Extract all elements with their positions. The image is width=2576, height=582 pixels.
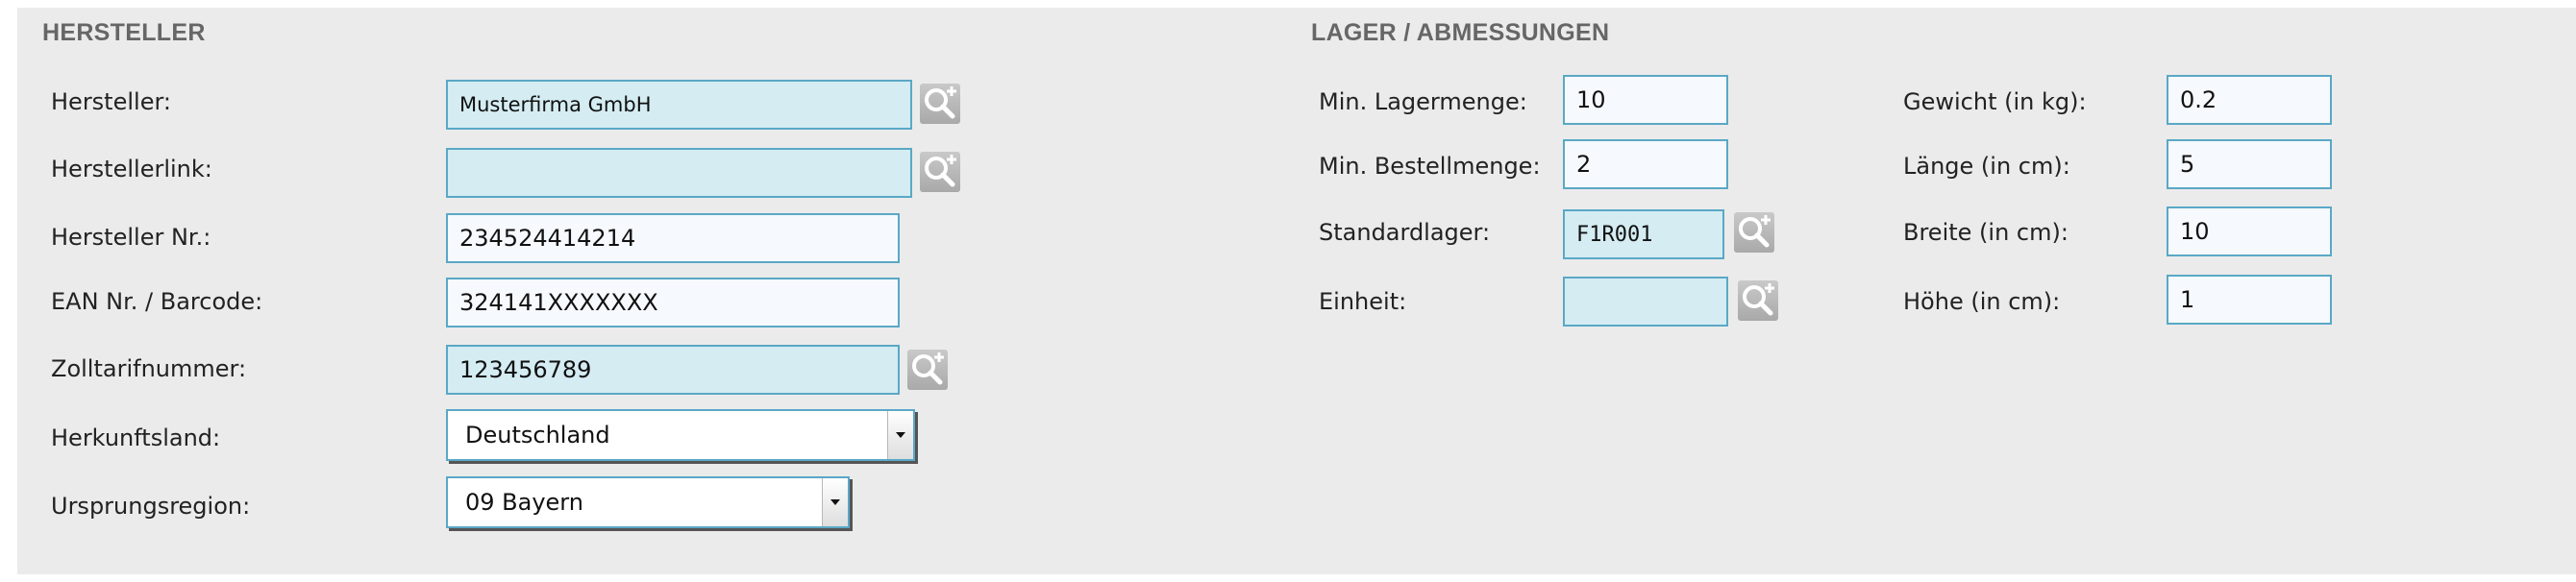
standardlager-input[interactable]: F1R001 (1563, 209, 1724, 259)
label-breite: Breite (in cm): (1903, 219, 2068, 246)
label-min-lagermenge: Min. Lagermenge: (1319, 88, 1527, 115)
ursprungsregion-select[interactable]: 09 Bayern (446, 476, 850, 528)
hoehe-input[interactable]: 1 (2167, 275, 2332, 325)
zolltarifnummer-lookup-button[interactable] (907, 350, 948, 390)
chevron-down-icon[interactable] (887, 411, 913, 459)
herstellerlink-lookup-button[interactable] (920, 152, 960, 192)
label-hoehe: Höhe (in cm): (1903, 288, 2061, 315)
gewicht-input[interactable]: 0.2 (2167, 75, 2332, 125)
min-bestellmenge-input[interactable]: 2 (1563, 139, 1728, 189)
label-einheit: Einheit: (1319, 288, 1407, 315)
label-min-bestellmenge: Min. Bestellmenge: (1319, 153, 1541, 180)
magnifier-plus-icon (912, 352, 944, 385)
label-gewicht: Gewicht (in kg): (1903, 88, 2087, 115)
magnifier-plus-icon (1743, 283, 1774, 316)
section-heading-lager-abmessungen: LAGER / ABMESSUNGEN (1311, 19, 1610, 46)
ursprungsregion-selected-value: 09 Bayern (465, 489, 583, 516)
einheit-input[interactable] (1563, 277, 1728, 327)
section-heading-hersteller: HERSTELLER (42, 19, 206, 46)
laenge-input[interactable]: 5 (2167, 139, 2332, 189)
herkunftsland-selected-value: Deutschland (465, 422, 610, 449)
breite-input[interactable]: 10 (2167, 206, 2332, 256)
magnifier-plus-icon (925, 155, 956, 187)
standardlager-lookup-button[interactable] (1734, 212, 1774, 253)
label-hersteller-nr: Hersteller Nr.: (51, 224, 211, 251)
label-zolltarifnummer: Zolltarifnummer: (51, 355, 247, 382)
label-ean-barcode: EAN Nr. / Barcode: (51, 288, 263, 315)
herkunftsland-select[interactable]: Deutschland (446, 409, 915, 461)
einheit-lookup-button[interactable] (1738, 280, 1778, 321)
chevron-down-icon[interactable] (822, 478, 848, 526)
label-laenge: Länge (in cm): (1903, 153, 2070, 180)
label-herstellerlink: Herstellerlink: (51, 156, 212, 182)
min-lagermenge-input[interactable]: 10 (1563, 75, 1728, 125)
label-herkunftsland: Herkunftsland: (51, 424, 221, 451)
label-ursprungsregion: Ursprungsregion: (51, 493, 251, 520)
hersteller-lookup-button[interactable] (920, 84, 960, 124)
hersteller-nr-input[interactable]: 234524414214 (446, 213, 900, 263)
magnifier-plus-icon (1739, 215, 1771, 248)
ean-barcode-input[interactable]: 324141XXXXXXX (446, 278, 900, 327)
zolltarifnummer-input[interactable]: 123456789 (446, 345, 900, 395)
magnifier-plus-icon (925, 86, 956, 119)
label-hersteller: Hersteller: (51, 88, 171, 115)
herstellerlink-input[interactable] (446, 148, 912, 198)
hersteller-input[interactable]: Musterfirma GmbH (446, 80, 912, 130)
label-standardlager: Standardlager: (1319, 219, 1491, 246)
